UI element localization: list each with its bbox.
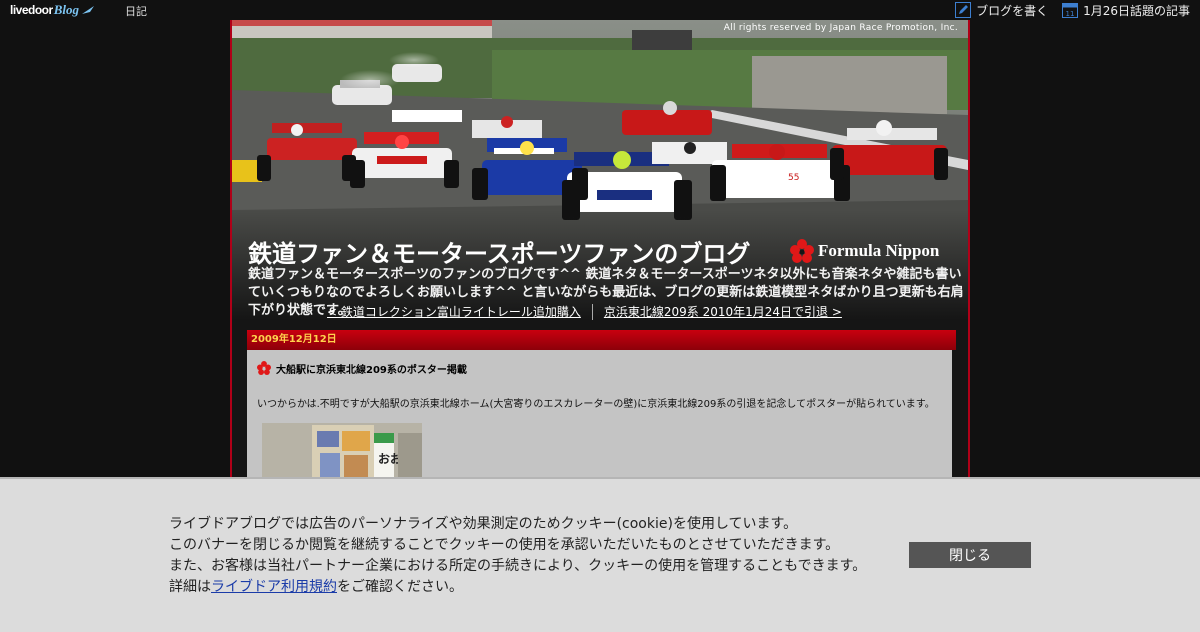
livedoor-topbar: livedoor Blog 日記 ブログを書く 11 1月26日話題の記事 [0, 0, 1200, 20]
write-blog-label: ブログを書く [976, 3, 1049, 18]
article-pager: < 鉄道コレクション富山ライトレール追加購入 京浜東北線209系 2010年1月… [327, 303, 842, 320]
article-text: いつからかは.不明ですが大船駅の京浜東北線ホーム(大宮寄りのエスカレーターの壁)… [257, 399, 935, 410]
article-title-link[interactable]: 大船駅に京浜東北線209系のポスター掲載 [257, 360, 467, 376]
cookie-close-button[interactable]: 閉じる [909, 542, 1031, 568]
swoosh-icon [81, 6, 94, 14]
cookie-line-4-prefix: 詳細は [169, 579, 211, 595]
car-number-55: 55 [788, 173, 799, 183]
logo-text: livedoor [10, 3, 53, 17]
formula-nippon-text: Formula Nippon [818, 241, 940, 260]
trending-articles-link[interactable]: 11 1月26日話題の記事 [1062, 2, 1190, 19]
pager-divider [591, 303, 593, 320]
cookie-line-4-suffix: をご確認ください。 [337, 579, 463, 595]
flower-icon [257, 361, 271, 375]
cookie-notice-text: ライブドアブログでは広告のパーソナライズや効果測定のためクッキー(cookie)… [169, 514, 866, 598]
cookie-consent-banner: ライブドアブログでは広告のパーソナライズや効果測定のためクッキー(cookie)… [0, 477, 1200, 632]
calendar-day: 11 [1066, 10, 1075, 18]
livedoor-blog-logo[interactable]: livedoor Blog [10, 1, 95, 19]
cookie-line-4: 詳細はライブドア利用規約をご確認ください。 [169, 577, 866, 598]
topbar-actions: ブログを書く 11 1月26日話題の記事 [941, 1, 1190, 19]
article-title-text: 大船駅に京浜東北線209系のポスター掲載 [276, 364, 467, 376]
terms-of-use-link[interactable]: ライブドア利用規約 [211, 579, 337, 595]
logo-blog-text: Blog [53, 2, 79, 17]
nav-diary-link[interactable]: 日記 [125, 3, 147, 19]
previous-article-link[interactable]: < 鉄道コレクション富山ライトレール追加購入 [327, 303, 581, 320]
cookie-line-2: このバナーを閉じるか閲覧を継続することでクッキーの使用を承認いただいたものとさせ… [169, 537, 840, 553]
calendar-icon: 11 [1062, 3, 1079, 18]
post-date: 2009年12月12日 [247, 330, 956, 350]
formula-nippon-logo: Formula Nippon [790, 238, 939, 264]
write-blog-link[interactable]: ブログを書く [955, 2, 1048, 19]
cookie-line-3: また、お客様は当社パートナー企業における所定の手続きにより、クッキーの使用を管理… [169, 558, 867, 574]
formula-nippon-flower-icon [790, 239, 814, 263]
header-copyright: All rights reserved by Japan Race Promot… [723, 23, 958, 33]
trending-label: 1月26日話題の記事 [1083, 3, 1190, 18]
pencil-icon [955, 2, 972, 18]
cookie-line-1: ライブドアブログでは広告のパーソナライズや効果測定のためクッキー(cookie)… [169, 516, 798, 532]
next-article-link[interactable]: 京浜東北線209系 2010年1月24日で引退 > [604, 303, 842, 320]
blog-title[interactable]: 鉄道ファン＆モータースポーツファンのブログ [248, 234, 750, 269]
